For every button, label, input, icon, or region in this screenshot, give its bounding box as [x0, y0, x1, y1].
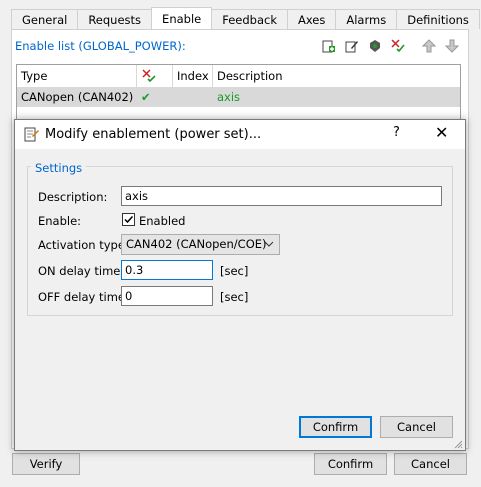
chevron-down-icon	[264, 235, 274, 260]
tab-bar: General Requests Enable Feedback Axes Al…	[11, 7, 480, 30]
col-index[interactable]: Index	[173, 65, 213, 87]
on-delay-unit: [sec]	[220, 264, 249, 278]
description-input[interactable]: axis	[121, 186, 442, 206]
activation-type-select[interactable]: CAN402 (CANopen/COE)	[121, 234, 280, 255]
table-row[interactable]: CANopen (CAN402) ✔ axis	[17, 87, 460, 107]
modify-enablement-dialog: Modify enablement (power set)... ? ✕ Set…	[14, 119, 466, 451]
settings-group-label: Settings	[31, 161, 87, 175]
resize-grip-icon[interactable]	[453, 438, 463, 449]
enable-table: Type Index Description CANopen (CAN402) …	[16, 64, 461, 124]
activation-type-label: Activation type:	[38, 238, 129, 252]
cancel-button[interactable]: Cancel	[394, 453, 467, 475]
table-header: Type Index Description	[17, 65, 460, 88]
verify-button[interactable]: Verify	[12, 453, 80, 475]
tab-requests[interactable]: Requests	[77, 9, 153, 29]
dialog-cancel-button[interactable]: Cancel	[380, 416, 453, 438]
checkmark-icon	[124, 215, 134, 224]
tab-definitions[interactable]: Definitions	[396, 9, 480, 29]
enable-label: Enable:	[38, 214, 82, 228]
enable-list-title: Enable list (GLOBAL_POWER):	[15, 39, 186, 53]
confirm-button[interactable]: Confirm	[314, 453, 387, 475]
close-icon[interactable]: ✕	[435, 123, 448, 142]
enabled-checkbox[interactable]	[122, 213, 135, 226]
cell-type: CANopen (CAN402)	[21, 90, 134, 104]
dialog-titlebar: Modify enablement (power set)... ? ✕	[15, 120, 465, 149]
list-toolbar	[320, 37, 466, 55]
move-up-icon[interactable]	[420, 37, 438, 55]
add-icon[interactable]	[320, 37, 338, 55]
tab-general[interactable]: General	[11, 9, 79, 29]
col-description[interactable]: Description	[213, 65, 460, 87]
enabled-checkbox-label[interactable]: Enabled	[139, 214, 185, 228]
on-delay-input[interactable]: 0.3	[121, 260, 213, 280]
activation-type-value: CAN402 (CANopen/COE)	[126, 237, 267, 251]
cell-enabled: ✔	[141, 90, 151, 104]
tab-feedback[interactable]: Feedback	[211, 9, 288, 29]
off-delay-label: OFF delay time:	[38, 290, 129, 304]
col-enabled[interactable]	[137, 65, 173, 87]
edit-icon[interactable]	[343, 37, 361, 55]
off-delay-input[interactable]: 0	[121, 286, 213, 306]
enabled-column-icon	[142, 69, 156, 83]
delete-icon[interactable]	[389, 37, 407, 55]
tab-alarms[interactable]: Alarms	[335, 9, 398, 29]
description-label: Description:	[38, 190, 108, 204]
help-button[interactable]: ?	[393, 125, 400, 140]
tab-axes[interactable]: Axes	[286, 9, 337, 29]
dialog-app-icon	[24, 127, 39, 142]
cell-index	[173, 87, 213, 107]
cell-description: axis	[217, 90, 241, 104]
on-delay-label: ON delay time:	[38, 264, 125, 278]
tab-enable[interactable]: Enable	[151, 7, 213, 29]
col-type[interactable]: Type	[17, 65, 137, 87]
dialog-confirm-button[interactable]: Confirm	[299, 416, 372, 438]
dialog-title: Modify enablement (power set)...	[45, 127, 262, 142]
off-delay-unit: [sec]	[220, 290, 249, 304]
configure-icon[interactable]	[366, 37, 384, 55]
move-down-icon[interactable]	[443, 37, 461, 55]
